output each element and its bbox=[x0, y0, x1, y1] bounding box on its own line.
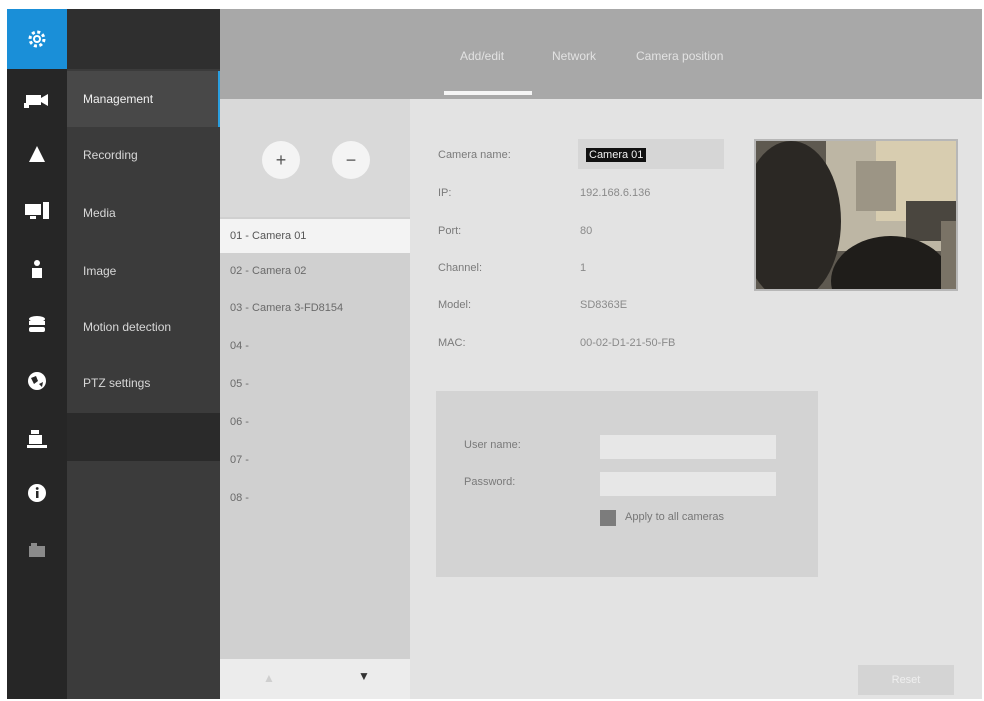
remove-camera-button[interactable]: − bbox=[332, 141, 370, 179]
add-remove-bar: + − bbox=[220, 99, 410, 217]
network-icon[interactable] bbox=[7, 361, 67, 401]
username-input[interactable] bbox=[600, 435, 776, 459]
model-value: SD8363E bbox=[580, 299, 628, 311]
app-window: Management Recording Media Image Motion … bbox=[7, 9, 982, 699]
channel-value: 1 bbox=[580, 262, 587, 274]
storage-icon[interactable] bbox=[7, 305, 67, 345]
settings-menu: Management Recording Media Image Motion … bbox=[67, 9, 220, 699]
camera-name-field[interactable]: Camera 01 bbox=[578, 139, 724, 169]
tab-add-edit[interactable]: Add/edit bbox=[460, 49, 504, 63]
menu-item-media[interactable]: Media bbox=[67, 185, 220, 241]
folder-icon[interactable] bbox=[7, 530, 67, 570]
mac-value: 00-02-D1-21-50-FB bbox=[580, 337, 676, 349]
camera-list-panel: + − 01 - Camera 01 02 - Camera 02 03 - C… bbox=[220, 99, 410, 699]
apply-all-label: Apply to all cameras bbox=[625, 511, 725, 523]
apply-all-checkbox[interactable] bbox=[600, 510, 616, 526]
alarm-icon[interactable] bbox=[7, 134, 67, 174]
display-icon[interactable] bbox=[7, 191, 67, 231]
tab-camera-position[interactable]: Camera position bbox=[636, 49, 723, 63]
camera-list-footer: ▲ ▼ bbox=[220, 659, 410, 699]
camera-list-item[interactable]: 04 - bbox=[220, 329, 410, 363]
menu-empty-block bbox=[67, 413, 220, 461]
menu-header bbox=[67, 9, 220, 69]
menu-item-image[interactable]: Image bbox=[67, 243, 220, 299]
channel-label: Channel: bbox=[438, 262, 483, 274]
username-label: User name: bbox=[464, 439, 521, 451]
camera-icon[interactable] bbox=[7, 80, 67, 120]
password-label: Password: bbox=[464, 476, 516, 488]
icon-rail bbox=[7, 9, 67, 699]
menu-item-motion-detection[interactable]: Motion detection bbox=[67, 299, 220, 355]
ip-value: 192.168.6.136 bbox=[580, 187, 651, 199]
ip-label: IP: bbox=[438, 187, 452, 199]
menu-item-management[interactable]: Management bbox=[67, 71, 220, 127]
gear-icon[interactable] bbox=[7, 9, 67, 69]
camera-name-value: Camera 01 bbox=[586, 148, 647, 162]
reset-button[interactable]: Reset bbox=[858, 665, 954, 695]
camera-list-item[interactable]: 08 - bbox=[220, 481, 410, 515]
user-icon[interactable] bbox=[7, 249, 67, 289]
model-label: Model: bbox=[438, 299, 472, 311]
password-input[interactable] bbox=[600, 472, 776, 496]
add-camera-button[interactable]: + bbox=[262, 141, 300, 179]
system-icon[interactable] bbox=[7, 418, 67, 458]
top-bar: Add/edit Network Camera position bbox=[220, 9, 982, 99]
camera-preview bbox=[754, 139, 958, 291]
camera-details: Camera name: Camera 01 IP: 192.168.6.136… bbox=[410, 99, 982, 699]
credentials-panel: User name: Password: Apply to all camera… bbox=[436, 391, 818, 577]
mac-label: MAC: bbox=[438, 337, 466, 349]
menu-item-recording[interactable]: Recording bbox=[67, 127, 220, 183]
camera-list-item[interactable]: 05 - bbox=[220, 367, 410, 401]
camera-list-item[interactable]: 01 - Camera 01 bbox=[220, 219, 410, 253]
port-label: Port: bbox=[438, 225, 462, 237]
scroll-up-icon[interactable]: ▲ bbox=[263, 671, 275, 685]
camera-name-label: Camera name: bbox=[438, 149, 511, 161]
info-icon[interactable] bbox=[7, 473, 67, 513]
tab-network[interactable]: Network bbox=[552, 49, 596, 63]
active-tab-indicator bbox=[444, 91, 532, 95]
camera-list-item[interactable]: 06 - bbox=[220, 405, 410, 439]
camera-list-item[interactable]: 03 - Camera 3-FD8154 bbox=[220, 291, 410, 325]
scroll-down-icon[interactable]: ▼ bbox=[358, 669, 370, 683]
port-value: 80 bbox=[580, 225, 593, 237]
camera-list-item[interactable]: 07 - bbox=[220, 443, 410, 477]
menu-item-ptz-settings[interactable]: PTZ settings bbox=[67, 355, 220, 411]
camera-list-item[interactable]: 02 - Camera 02 bbox=[220, 254, 410, 288]
